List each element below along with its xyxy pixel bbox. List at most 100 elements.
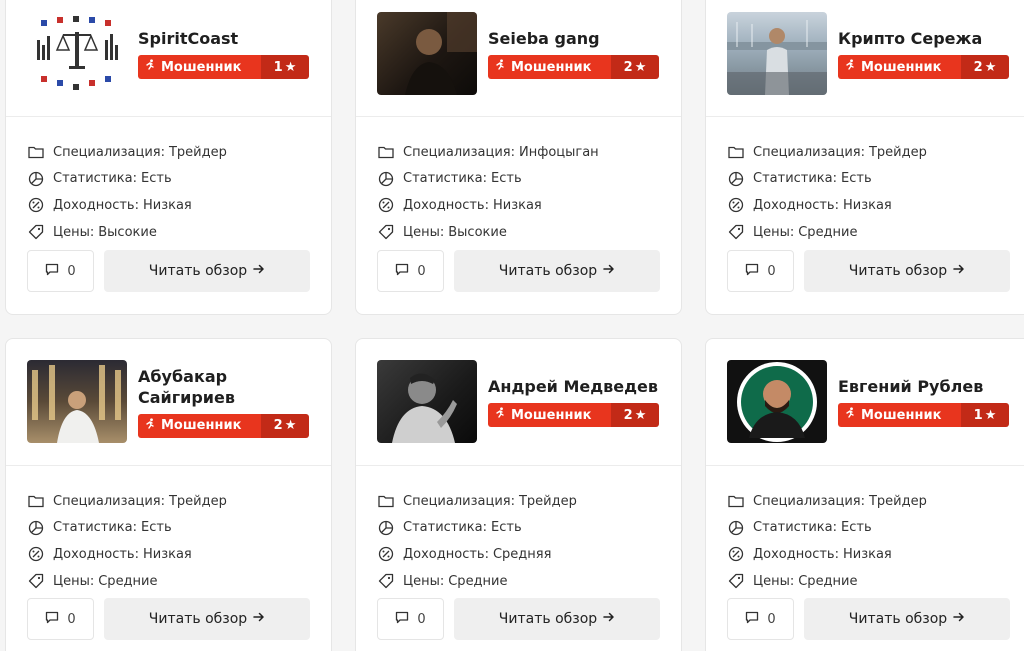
comment-icon (395, 263, 409, 280)
value-statistics: Есть (491, 520, 522, 536)
card-header: Евгений Рублев Мошенник 1 ★ (706, 339, 1024, 466)
scammer-badge: Мошенник 2 ★ (488, 55, 659, 79)
label-statistics: Статистика: (53, 171, 138, 187)
arrow-right-icon (603, 611, 615, 627)
prop-prices: Цены: Средние (727, 568, 1024, 595)
scammer-badge: Мошенник 2 ★ (838, 55, 1009, 79)
badge-label-box: Мошенник (138, 55, 261, 79)
label-statistics: Статистика: (403, 520, 488, 536)
card-header: Андрей Медведев Мошенник 2 ★ (356, 339, 681, 466)
avatar[interactable] (727, 12, 827, 95)
card-name[interactable]: Крипто Сережа (838, 28, 1018, 49)
star-icon: ★ (284, 59, 297, 75)
value-yield: Низкая (492, 197, 542, 213)
comments-button[interactable]: 0 (27, 250, 94, 292)
badge-label: Мошенник (511, 407, 592, 423)
read-review-button[interactable]: Читать обзор (454, 598, 660, 640)
avatar[interactable] (27, 12, 127, 95)
comments-button[interactable]: 0 (27, 598, 94, 640)
card-properties: Специализация: Трейдер Статистика: Есть … (706, 466, 1024, 594)
label-statistics: Статистика: (753, 520, 838, 536)
label-yield: Доходность: (753, 197, 839, 213)
value-yield: Низкая (142, 197, 192, 213)
read-review-button[interactable]: Читать обзор (454, 250, 660, 292)
chart-icon (727, 170, 745, 188)
label-specialization: Специализация: (403, 493, 515, 509)
value-yield: Низкая (142, 546, 192, 562)
read-review-button[interactable]: Читать обзор (104, 598, 310, 640)
prop-yield: Доходность: Средняя (377, 541, 681, 568)
rating-value: 2 (623, 407, 633, 423)
comments-button[interactable]: 0 (377, 250, 444, 292)
label-yield: Доходность: (403, 546, 489, 562)
scammer-badge: Мошенник 2 ★ (138, 413, 309, 438)
label-prices: Цены: (753, 224, 795, 240)
read-review-button[interactable]: Читать обзор (804, 250, 1010, 292)
label-prices: Цены: (53, 224, 95, 240)
badge-label: Мошенник (161, 59, 242, 75)
value-yield: Средняя (492, 546, 552, 562)
value-specialization: Инфоцыган (518, 144, 599, 160)
prop-specialization: Специализация: Трейдер (727, 488, 1024, 515)
review-card: Евгений Рублев Мошенник 1 ★ Специализаци… (705, 338, 1024, 651)
arrow-right-icon (603, 263, 615, 279)
avatar[interactable] (377, 12, 477, 95)
card-title-box: Андрей Медведев Мошенник 2 ★ (488, 360, 668, 443)
comments-button[interactable]: 0 (377, 598, 444, 640)
runner-icon (144, 417, 156, 434)
value-prices: Высокие (448, 224, 507, 240)
card-actions: 0 Читать обзор (727, 598, 1010, 640)
percent-icon (27, 545, 45, 563)
card-actions: 0 Читать обзор (27, 598, 310, 640)
card-name[interactable]: Абубакар Сайгириев (138, 366, 248, 408)
prop-yield: Доходность: Низкая (727, 541, 1024, 568)
badge-label-box: Мошенник (488, 403, 611, 427)
tag-icon (377, 223, 395, 241)
card-name[interactable]: Андрей Медведев (488, 376, 668, 397)
runner-icon (144, 59, 156, 75)
value-yield: Низкая (842, 546, 892, 562)
avatar[interactable] (727, 360, 827, 443)
value-statistics: Есть (841, 171, 872, 187)
read-review-label: Читать обзор (498, 611, 598, 627)
read-review-button[interactable]: Читать обзор (804, 598, 1010, 640)
percent-icon (27, 196, 45, 214)
comment-icon (45, 263, 59, 280)
comments-button[interactable]: 0 (727, 598, 794, 640)
prop-prices: Цены: Средние (377, 568, 681, 595)
card-name[interactable]: SpiritCoast (138, 28, 318, 49)
star-icon: ★ (284, 418, 297, 433)
percent-icon (377, 196, 395, 214)
label-specialization: Специализация: (403, 144, 515, 160)
comments-button[interactable]: 0 (727, 250, 794, 292)
label-prices: Цены: (53, 573, 95, 589)
prop-yield: Доходность: Низкая (727, 192, 1024, 219)
avatar[interactable] (27, 360, 127, 443)
prop-specialization: Специализация: Трейдер (377, 488, 681, 515)
prop-specialization: Специализация: Трейдер (27, 488, 331, 515)
value-prices: Средние (448, 573, 508, 589)
card-name[interactable]: Seieba gang (488, 28, 668, 49)
badge-label: Мошенник (511, 59, 592, 75)
card-header: Seieba gang Мошенник 2 ★ (356, 0, 681, 117)
read-review-button[interactable]: Читать обзор (104, 250, 310, 292)
prop-specialization: Специализация: Трейдер (27, 139, 331, 166)
card-title-box: Евгений Рублев Мошенник 1 ★ (838, 360, 1018, 443)
prop-statistics: Статистика: Есть (377, 515, 681, 542)
rating-box: 2 ★ (611, 403, 659, 427)
card-properties: Специализация: Инфоцыган Статистика: Ест… (356, 117, 681, 245)
value-prices: Высокие (98, 224, 157, 240)
read-review-label: Читать обзор (148, 263, 248, 279)
comments-count: 0 (417, 263, 426, 279)
avatar[interactable] (377, 360, 477, 443)
label-specialization: Специализация: (53, 493, 165, 509)
label-yield: Доходность: (403, 197, 489, 213)
value-yield: Низкая (842, 197, 892, 213)
badge-label: Мошенник (861, 407, 942, 423)
runner-icon (844, 407, 856, 423)
card-name[interactable]: Евгений Рублев (838, 376, 1018, 397)
review-card: Крипто Сережа Мошенник 2 ★ Специализация… (705, 0, 1024, 315)
tag-icon (27, 572, 45, 590)
percent-icon (377, 545, 395, 563)
label-prices: Цены: (753, 573, 795, 589)
